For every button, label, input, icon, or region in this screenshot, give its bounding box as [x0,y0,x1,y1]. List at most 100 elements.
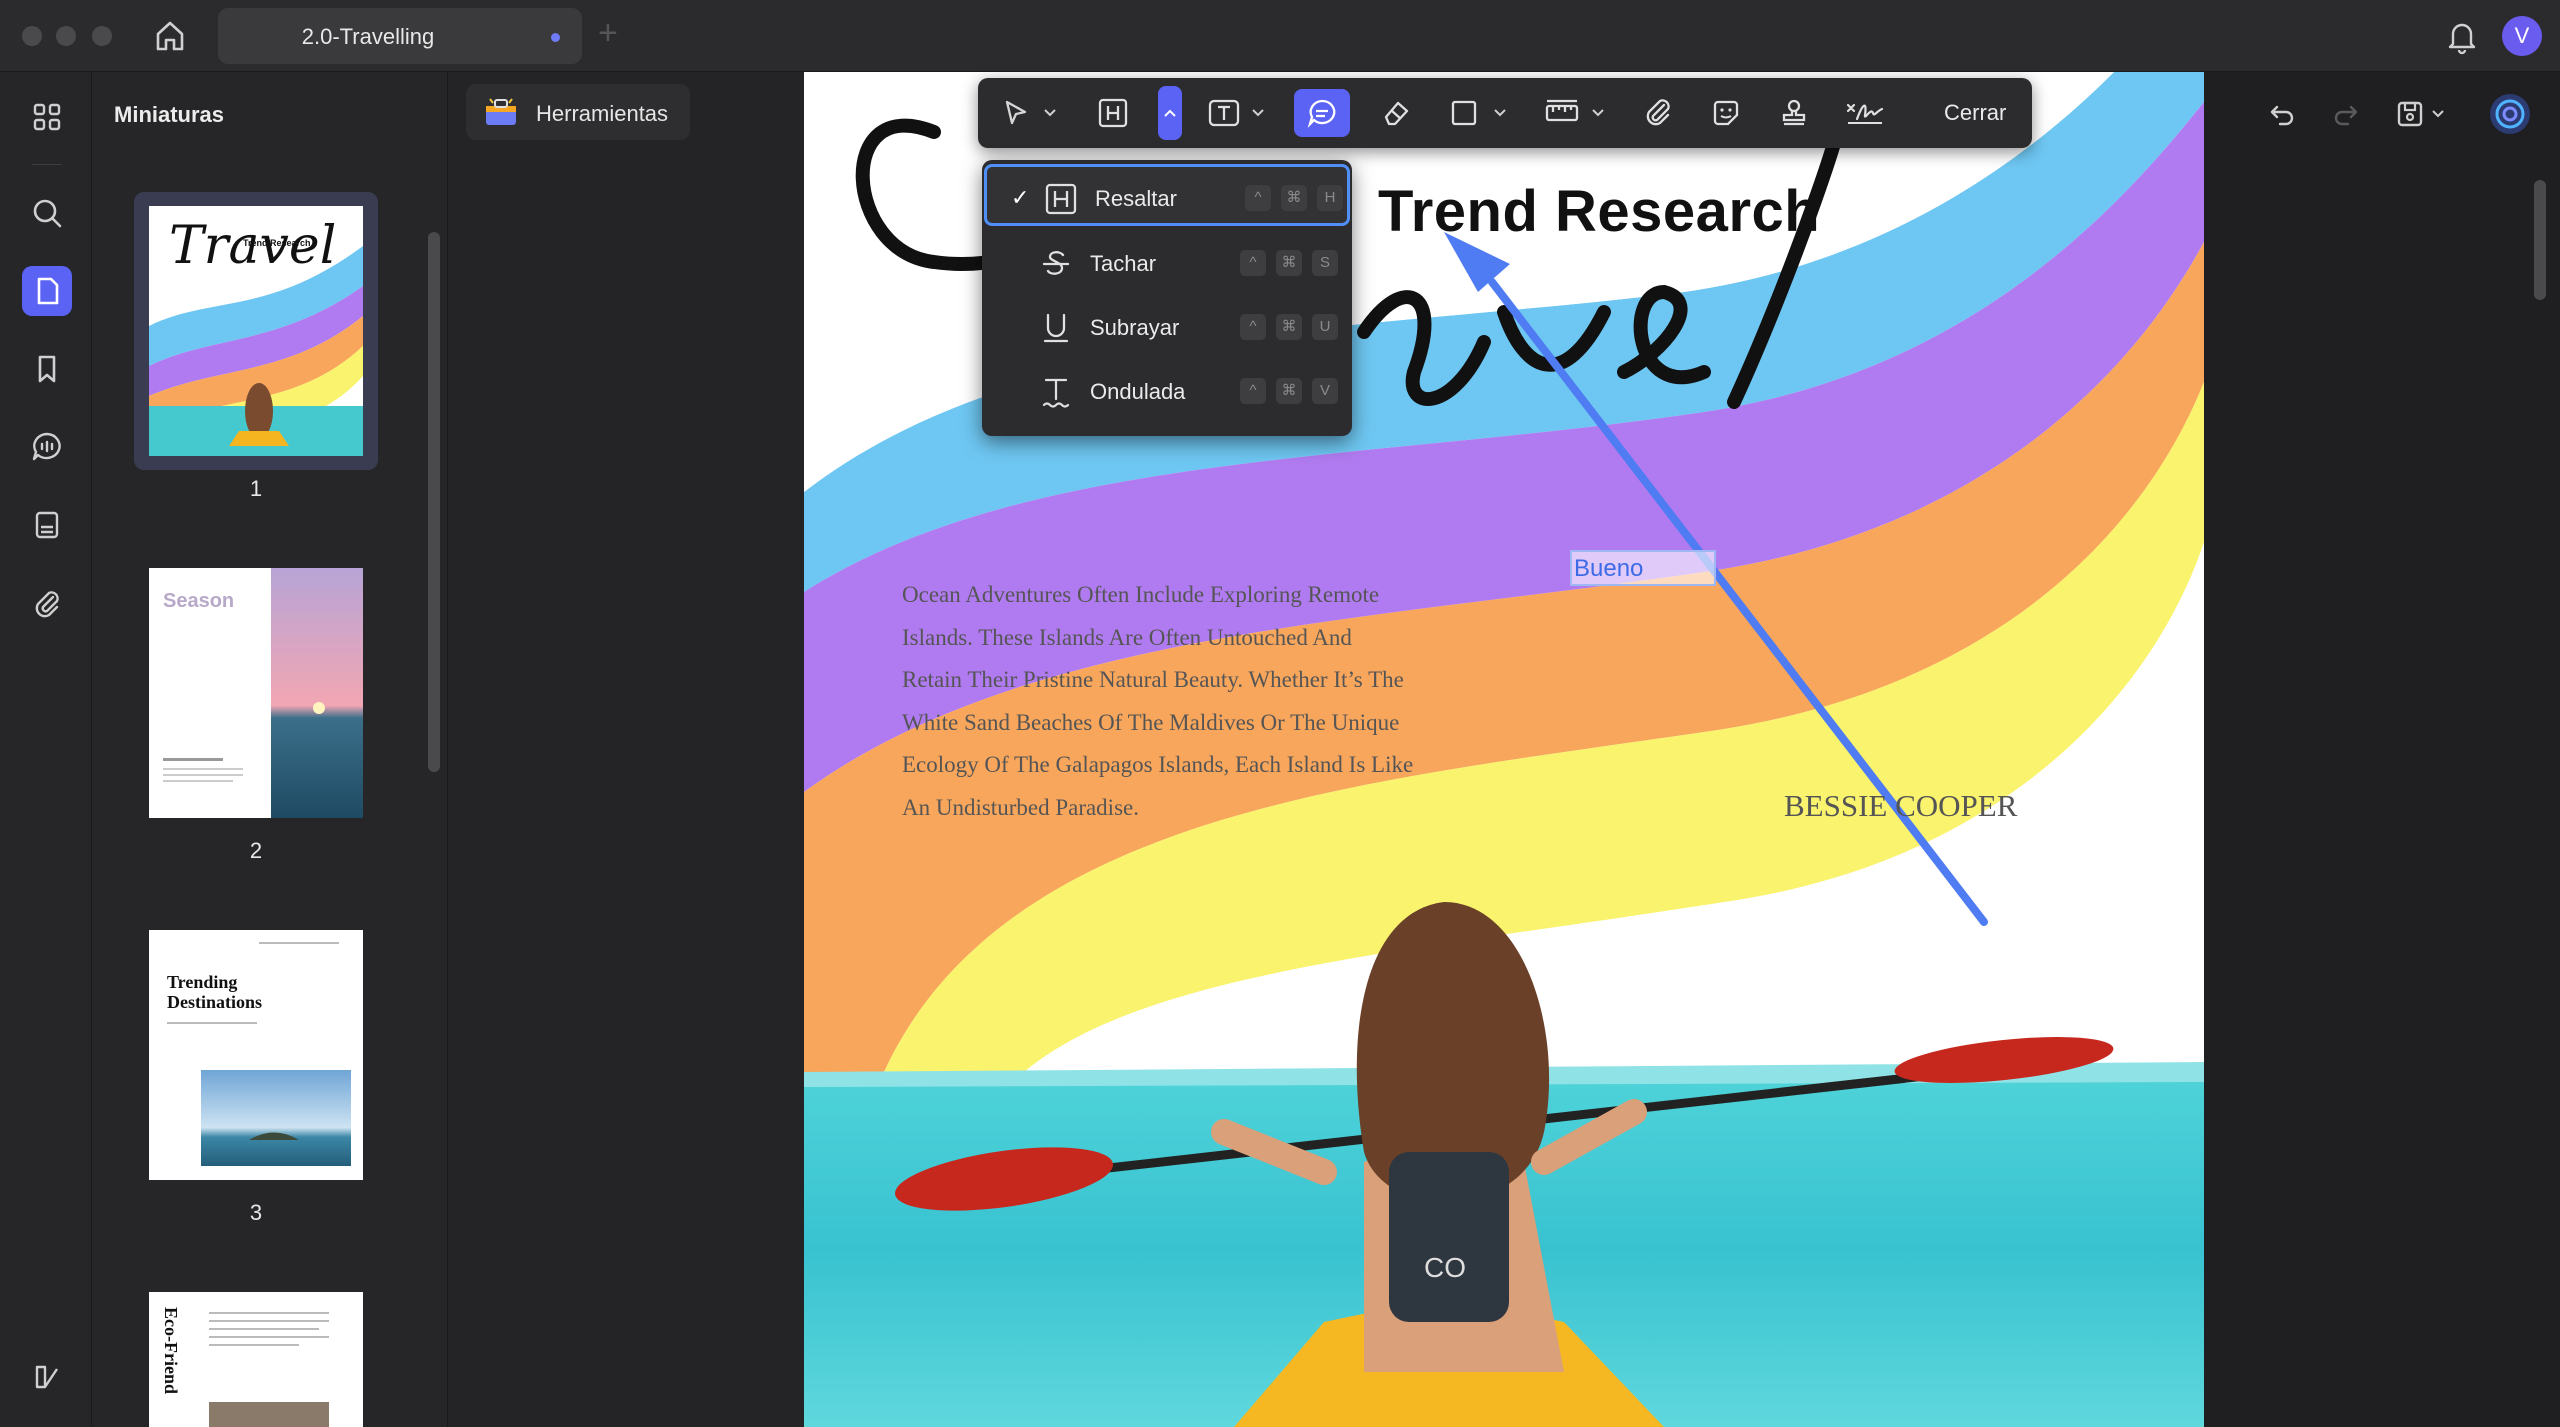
ai-assistant-button[interactable] [2490,94,2530,134]
ctrl-key-badge: ^ [1245,185,1271,211]
letter-key-badge: U [1312,314,1338,340]
forms-button[interactable] [22,500,72,550]
thumbnail-3-title-line-1: Trending [167,972,238,992]
sticker-tool-button[interactable] [1702,89,1750,137]
text-tool-chevron[interactable] [1248,89,1268,137]
sticker-icon [1713,100,1739,126]
select-tool-chevron[interactable] [1040,89,1060,137]
save-icon [2397,101,2423,127]
menu-item-label: Ondulada [1090,379,1186,404]
chevron-down-icon [1044,109,1056,117]
thumbnail-image-1[interactable]: Travel Trend Research [149,206,363,456]
rectangle-icon [1451,100,1477,126]
search-button[interactable] [22,188,72,238]
thumbnail-number-2: 2 [249,838,263,863]
tools-button-label: Herramientas [536,101,669,126]
save-button[interactable] [2390,94,2430,134]
thumbnail-1-subtitle: Trend Research [243,238,311,248]
menu-item-label: Resaltar [1095,186,1177,211]
redo-icon [2334,105,2358,126]
signature-tool-button[interactable] [1838,89,1892,137]
stamp-tool-button[interactable] [1770,89,1818,137]
notifications-button[interactable] [2442,16,2482,56]
comments-button[interactable] [22,422,72,472]
menu-item-resaltar[interactable]: ✓ Resaltar ^ ⌘ H [984,164,1350,226]
thumbnails-button[interactable] [22,266,72,316]
thumbnail-4-side-title: Eco-Friend [161,1307,181,1394]
thumbnail-2-title: Season [163,590,235,612]
cmd-key-badge: ⌘ [1276,250,1302,276]
paperclip-icon [1646,99,1670,126]
text-box-tool-button[interactable] [1200,89,1248,137]
comment-tool-button[interactable] [1294,89,1350,137]
thumbnail-3-title: Trending Destinations [167,972,262,1012]
minimize-window-button[interactable] [56,26,76,46]
body-line-4: White Sand Beaches Of The Maldives Or Th… [902,709,1400,735]
annotation-toolbar: Cerrar [978,78,2032,148]
text-annotation-box[interactable]: Bueno [1570,550,1716,586]
highlight-h-icon [1045,183,1077,215]
chevron-down-icon [1592,109,1604,117]
eraser-icon [1384,101,1409,126]
chevron-up-icon [1164,109,1176,117]
menu-item-tachar[interactable]: Tachar ^ ⌘ S [982,232,1352,294]
sidebar-icon [35,1365,58,1389]
measure-tool-button[interactable] [1538,89,1586,137]
undo-button[interactable] [2262,94,2302,134]
bell-icon [2448,23,2476,55]
letter-key-badge: H [1317,185,1343,211]
thumbnail-image-3[interactable]: Trending Destinations [149,930,363,1180]
tab-title: 2.0-Travelling [301,24,435,49]
body-paragraph: Ocean Adventures Often Include Exploring… [902,574,1462,830]
thumbnail-number-3: 3 [249,1200,263,1225]
ai-assistant-icon [2495,99,2525,129]
ctrl-key-badge: ^ [1240,314,1266,340]
cursor-icon [1005,100,1027,125]
kayak-logo-text: CO [1424,1252,1466,1283]
apps-button[interactable] [22,92,72,142]
annotation-text: Bueno [1574,555,1644,582]
thumbnail-3-art [149,930,363,1180]
new-tab-button[interactable]: + [598,14,618,53]
document-scrollbar[interactable] [2534,180,2546,300]
eraser-tool-button[interactable] [1372,89,1420,137]
comment-bubble-icon [1307,99,1336,128]
home-button[interactable] [150,16,190,56]
highlight-tool-chevron[interactable] [1158,86,1182,140]
close-window-button[interactable] [22,26,42,46]
select-tool-button[interactable] [994,89,1038,137]
highlight-h-icon [1098,98,1128,128]
sidebar-toggle-button[interactable] [22,1352,72,1402]
thumbnail-image-4[interactable]: Eco-Friend [149,1292,363,1427]
user-avatar[interactable]: V [2502,16,2542,56]
grid-icon [33,103,61,131]
body-line-1: Ocean Adventures Often Include Exploring… [902,582,1380,607]
tools-button[interactable]: Herramientas [466,84,690,140]
paperclip-icon [35,591,59,618]
document-tab[interactable]: 2.0-Travelling [218,8,582,64]
shape-tool-chevron[interactable] [1490,89,1510,137]
attach-file-tool-button[interactable] [1634,89,1682,137]
shape-tool-button[interactable] [1440,89,1488,137]
highlight-tool-button[interactable] [1090,89,1136,137]
zoom-window-button[interactable] [92,26,112,46]
thumbnail-image-2[interactable]: Season [149,568,363,818]
cmd-key-badge: ⌘ [1281,185,1307,211]
menu-item-subrayar[interactable]: Subrayar ^ ⌘ U [982,296,1352,358]
body-line-2: Islands. These Islands Are Often Untouch… [902,624,1352,650]
body-line-5: Ecology Of The Galapagos Islands, Each I… [902,752,1414,778]
bookmarks-button[interactable] [22,344,72,394]
close-toolbar-button[interactable]: Cerrar [1944,100,2006,126]
menu-item-ondulada[interactable]: Ondulada ^ ⌘ V [982,360,1352,422]
underline-icon [1043,313,1069,343]
thumbnails-scrollbar[interactable] [428,232,440,772]
highlight-type-dropdown: ✓ Resaltar ^ ⌘ H Tachar ^ ⌘ S Subrayar ^… [982,160,1352,436]
attachments-button[interactable] [22,578,72,628]
save-options-chevron[interactable] [2428,94,2448,134]
measure-tool-chevron[interactable] [1588,89,1608,137]
redo-button[interactable] [2326,94,2366,134]
title-bar: 2.0-Travelling + V [0,0,2560,72]
letter-key-badge: S [1312,250,1338,276]
rail-divider [32,164,62,165]
chevron-down-icon [2432,110,2444,118]
